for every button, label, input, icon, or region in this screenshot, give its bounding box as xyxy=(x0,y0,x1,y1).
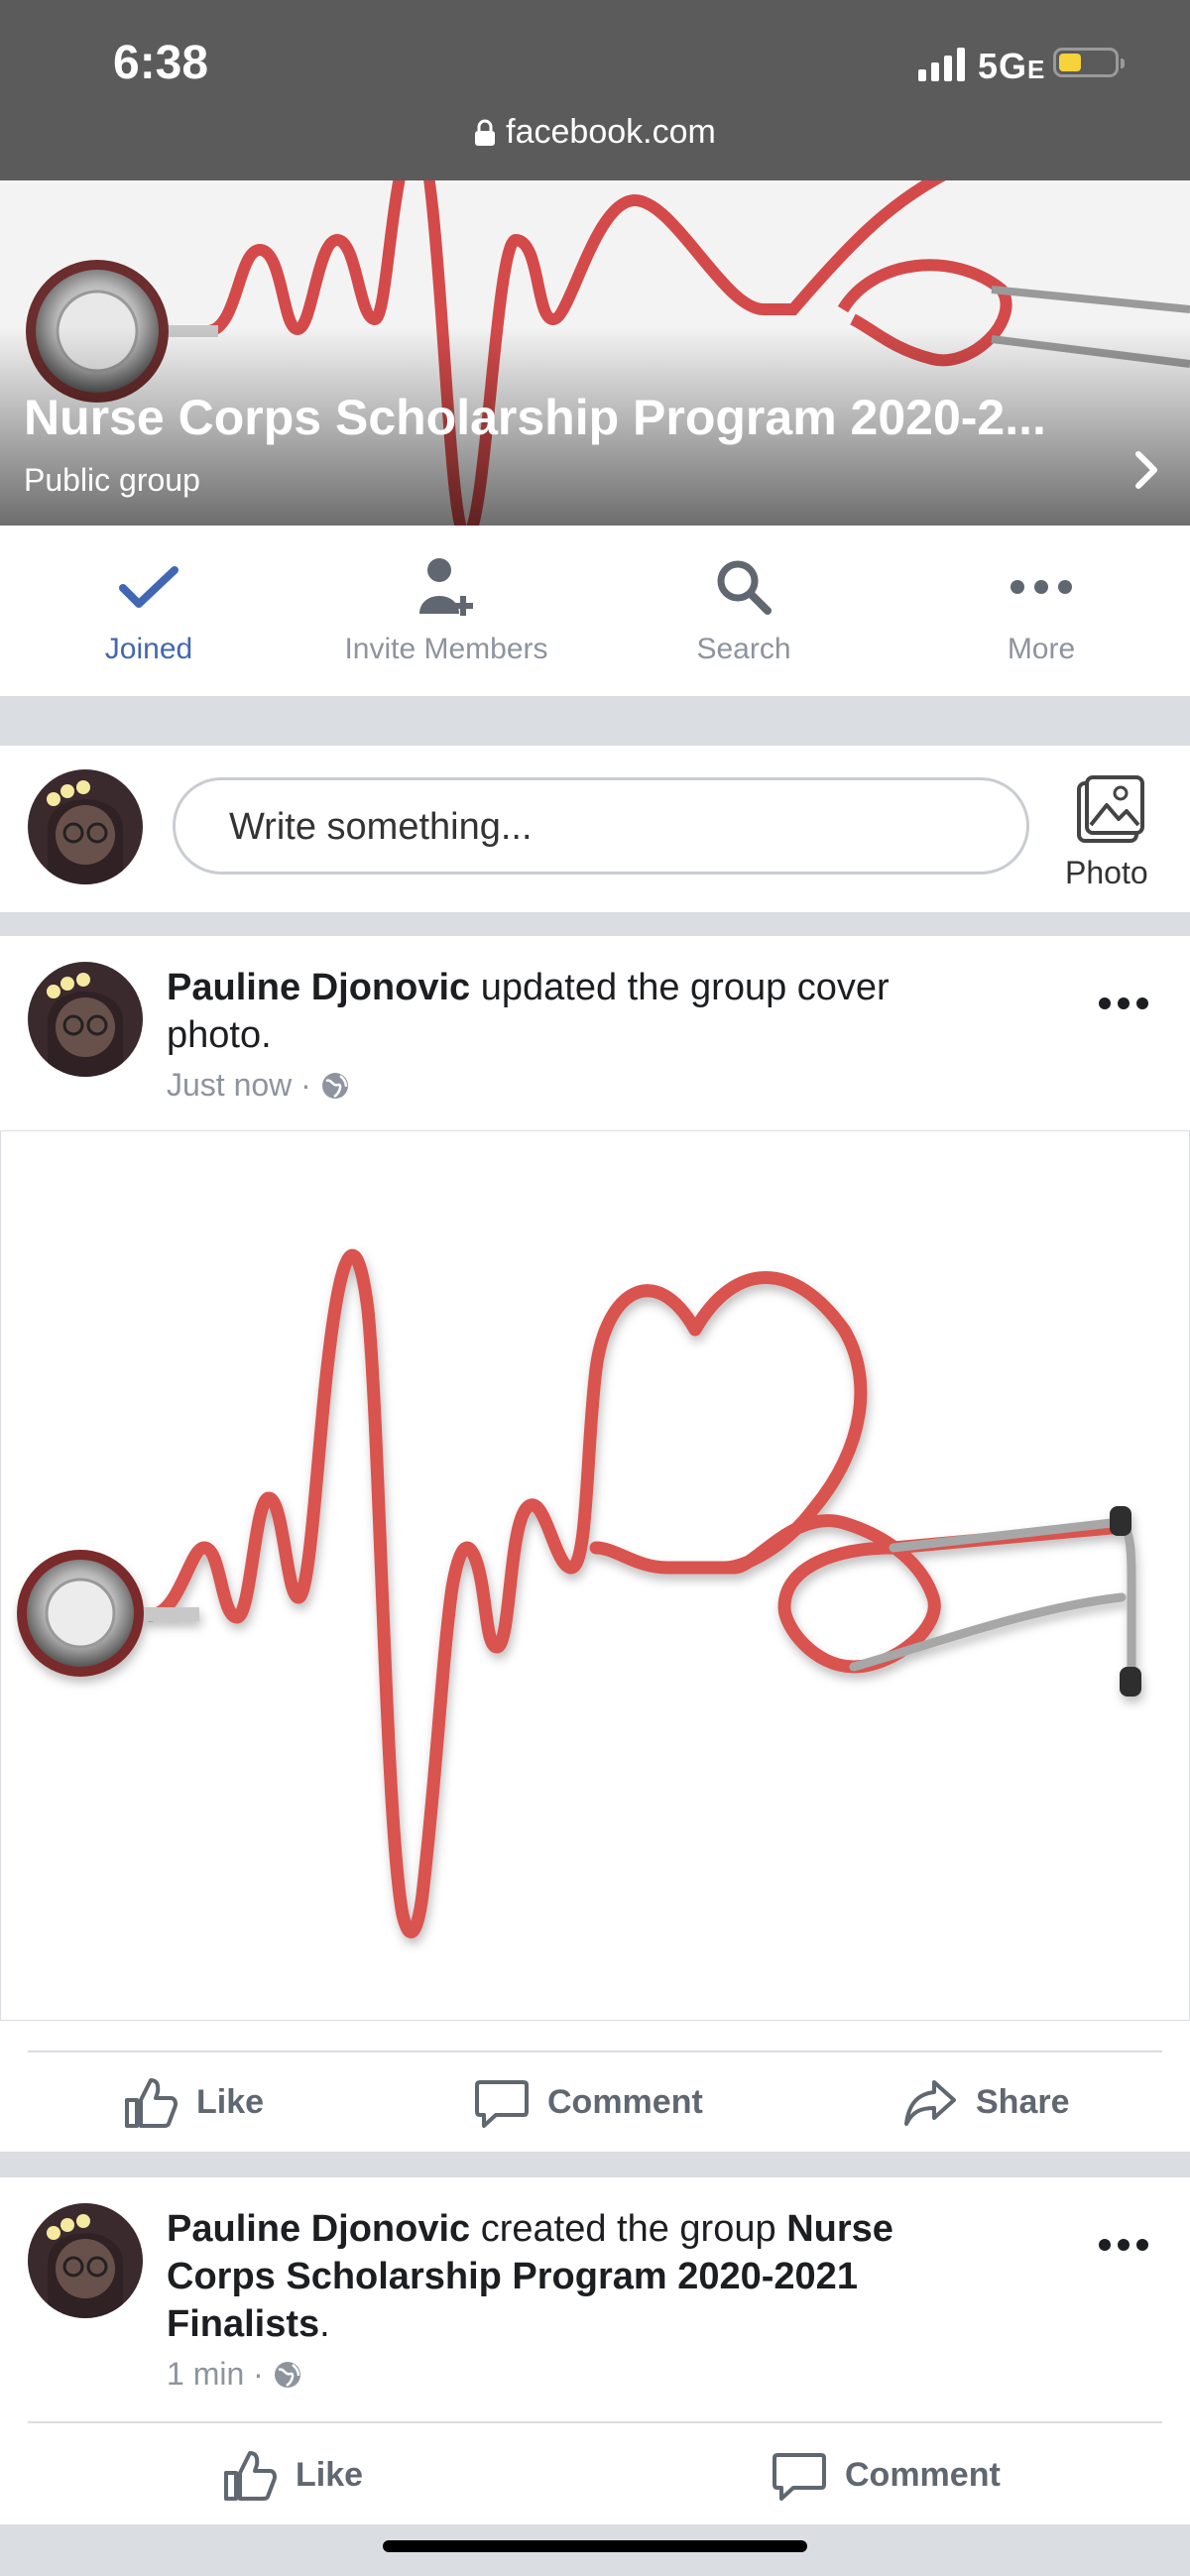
comment-label: Comment xyxy=(547,2082,703,2121)
stethoscope-heartbeat-image xyxy=(17,1248,1141,1938)
thumbs-up-icon xyxy=(224,2451,277,2501)
author-name[interactable]: Pauline Djonovic xyxy=(167,2208,470,2250)
post-meta: Just now · xyxy=(167,1067,350,1104)
post-time[interactable]: 1 min xyxy=(167,2356,244,2392)
clock: 6:38 xyxy=(113,37,209,89)
battery-icon xyxy=(1053,48,1125,77)
add-person-icon xyxy=(419,558,473,616)
post-photo[interactable] xyxy=(0,1130,1190,2021)
divider xyxy=(28,2421,1162,2423)
address-bar[interactable]: facebook.com xyxy=(0,113,1190,152)
globe-icon xyxy=(274,2362,300,2388)
status-bar: 6:38 5GE facebook.com xyxy=(0,0,1190,180)
search-label: Search xyxy=(696,633,791,665)
group-action-bar: Joined Invite Members Search More xyxy=(0,526,1190,696)
group-title[interactable]: Nurse Corps Scholarship Program 2020-2..… xyxy=(24,389,1046,446)
signal-icon xyxy=(918,48,965,81)
url-text: facebook.com xyxy=(506,113,716,151)
more-dots-icon xyxy=(1099,997,1148,1009)
avatar[interactable] xyxy=(28,2203,143,2318)
network-type: 5GE xyxy=(978,46,1046,86)
post-action-text: created the group xyxy=(480,2208,776,2250)
divider xyxy=(28,2050,1162,2052)
more-dots-icon xyxy=(1099,2239,1148,2251)
post-header-text: Pauline Djonovic updated the group cover… xyxy=(167,964,1000,1059)
share-label: Share xyxy=(976,2082,1070,2121)
post-period: . xyxy=(319,2303,330,2345)
user-avatar-image xyxy=(28,2203,143,2318)
thumbs-up-icon xyxy=(125,2078,178,2128)
comment-icon xyxy=(773,2453,826,2501)
comment-button[interactable]: Comment xyxy=(772,2445,1001,2505)
home-indicator[interactable] xyxy=(383,2540,807,2552)
post-options-button[interactable] xyxy=(1099,976,1148,1020)
post-time[interactable]: Just now xyxy=(167,1067,292,1103)
group-privacy: Public group xyxy=(24,462,200,498)
lock-icon xyxy=(475,119,496,146)
like-button[interactable]: Like xyxy=(222,2445,363,2505)
more-label: More xyxy=(1007,633,1076,665)
invite-members-label: Invite Members xyxy=(344,633,548,665)
like-button[interactable]: Like xyxy=(123,2072,264,2132)
user-avatar-image xyxy=(28,769,143,884)
post-header-text: Pauline Djonovic created the group Nurse… xyxy=(167,2205,1000,2348)
comment-icon xyxy=(475,2080,529,2128)
more-dots-icon xyxy=(1011,580,1072,594)
search-button[interactable]: Search xyxy=(595,526,892,696)
joined-button[interactable]: Joined xyxy=(0,526,298,696)
invite-members-button[interactable]: Invite Members xyxy=(298,526,595,696)
photo-icon[interactable] xyxy=(1075,773,1146,845)
post-meta: 1 min · xyxy=(167,2356,302,2393)
avatar[interactable] xyxy=(28,769,143,884)
comment-label: Comment xyxy=(845,2455,1001,2494)
more-button[interactable]: More xyxy=(892,526,1190,696)
checkmark-icon xyxy=(119,566,178,608)
chevron-right-icon[interactable] xyxy=(1132,448,1160,492)
post-options-button[interactable] xyxy=(1099,2217,1148,2262)
like-label: Like xyxy=(296,2455,364,2494)
share-icon xyxy=(904,2080,956,2126)
share-button[interactable]: Share xyxy=(902,2072,1070,2132)
comment-button[interactable]: Comment xyxy=(474,2072,703,2132)
like-label: Like xyxy=(196,2082,265,2121)
photo-label[interactable]: Photo xyxy=(1065,855,1148,891)
globe-icon xyxy=(321,1073,348,1099)
search-icon xyxy=(717,560,772,615)
write-placeholder: Write something... xyxy=(229,806,533,848)
avatar[interactable] xyxy=(28,962,143,1077)
write-something-input[interactable]: Write something... xyxy=(173,777,1029,875)
joined-label: Joined xyxy=(104,633,193,665)
author-name[interactable]: Pauline Djonovic xyxy=(167,967,470,1008)
user-avatar-image xyxy=(28,962,143,1077)
